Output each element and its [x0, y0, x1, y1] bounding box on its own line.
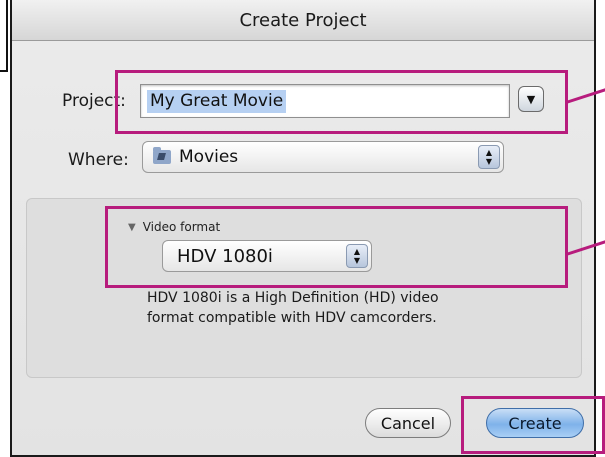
where-label: Where: — [68, 150, 129, 170]
create-highlight-box — [461, 396, 605, 454]
video-format-highlight-box — [105, 206, 568, 288]
background-window-edge — [0, 0, 8, 72]
video-format-description: HDV 1080i is a High Definition (HD) vide… — [147, 290, 439, 326]
up-down-arrows-icon: ▲ ▼ — [478, 145, 500, 169]
cancel-button[interactable]: Cancel — [365, 408, 451, 438]
project-highlight-box — [115, 70, 568, 134]
dialog-title: Create Project — [12, 0, 594, 41]
where-selected-value: Movies — [179, 147, 239, 167]
where-popup[interactable]: Movies ▲ ▼ — [142, 141, 504, 173]
movies-folder-icon — [153, 147, 171, 164]
